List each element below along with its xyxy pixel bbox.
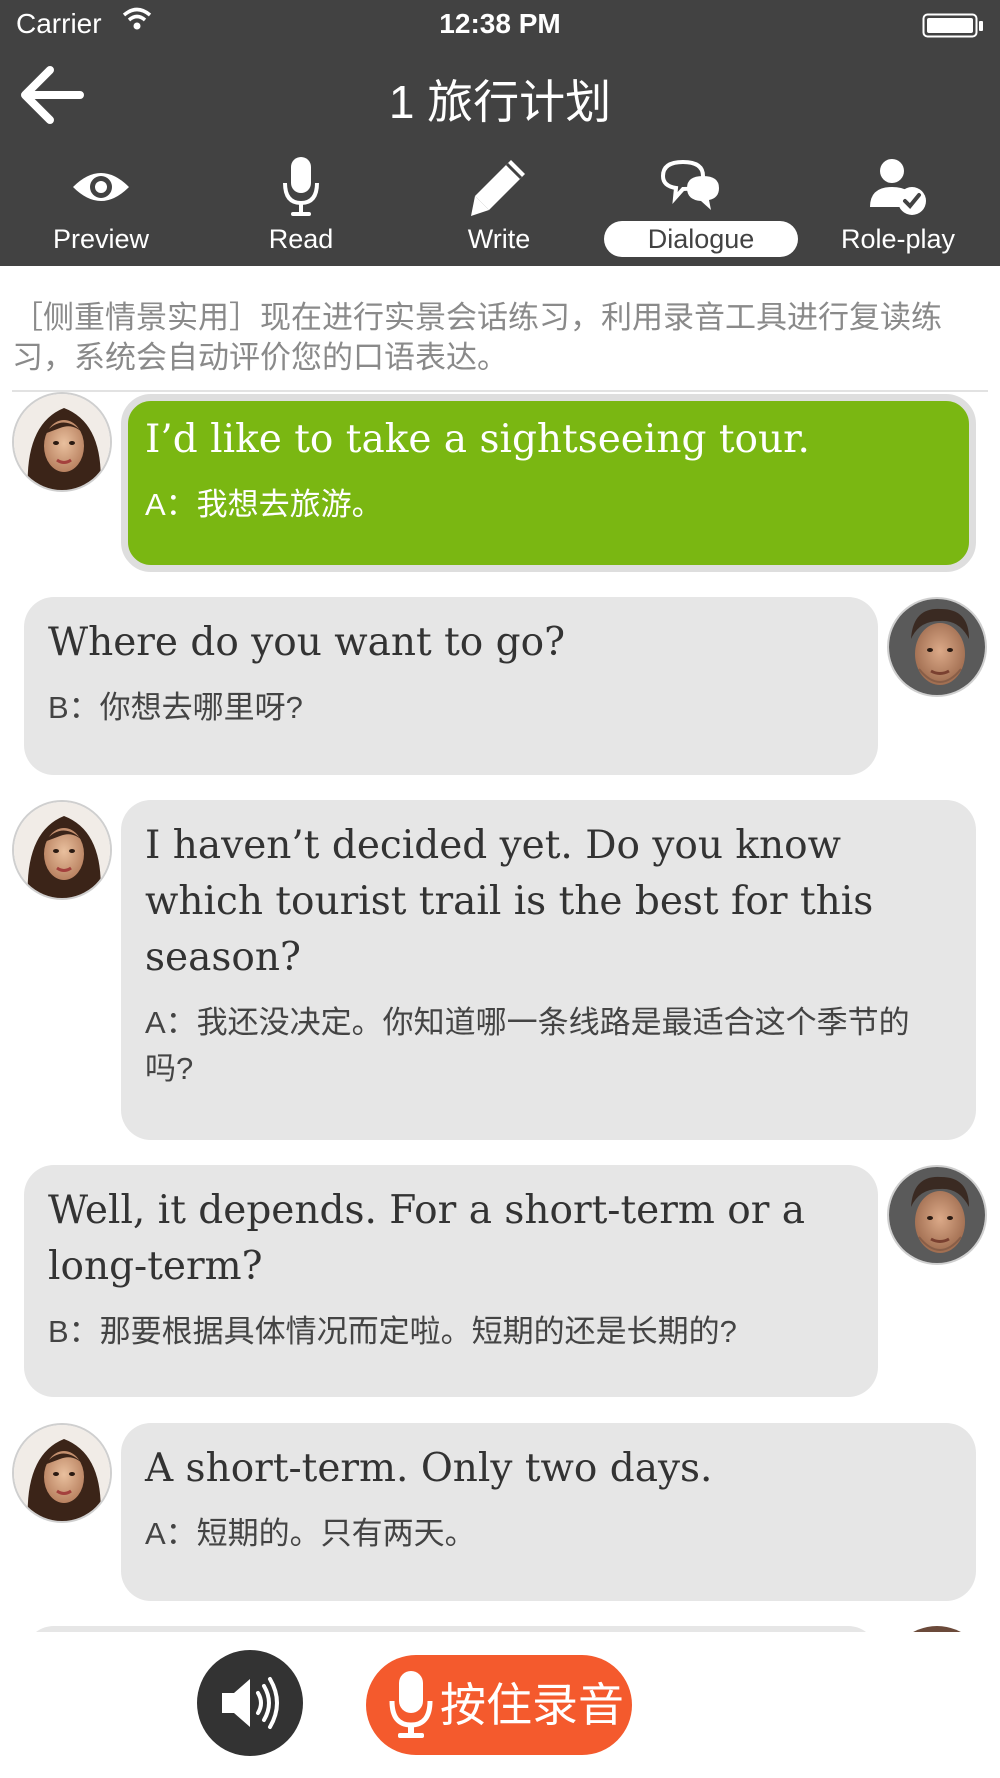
- tab-read[interactable]: Read: [211, 145, 391, 266]
- dialogue-line[interactable]: Where do you want to go? B：你想去哪里呀?: [24, 597, 878, 775]
- battery-icon: [922, 13, 984, 46]
- dialogue-chinese: A：短期的。只有两天。: [145, 1516, 476, 1551]
- tab-dialogue[interactable]: Dialogue: [601, 145, 798, 266]
- tab-preview[interactable]: Preview: [11, 145, 191, 266]
- arrow-left-icon: [21, 66, 84, 124]
- tab-dialogue-label: Dialogue: [604, 221, 798, 257]
- microphone-icon: [211, 151, 391, 223]
- hold-to-record-button[interactable]: 按住录音: [366, 1655, 632, 1755]
- clock: 12:38 PM: [439, 8, 561, 39]
- dialogue-chinese: B：那要根据具体情况而定啦。短期的还是长期的?: [48, 1314, 737, 1349]
- eye-icon: [11, 151, 191, 223]
- mode-tab-bar: Preview Read Write Dialogue Role-play: [0, 145, 1000, 266]
- tab-write[interactable]: Write: [409, 145, 589, 266]
- microphone-icon: [388, 1669, 434, 1746]
- speaker-icon: [222, 1677, 279, 1729]
- tab-read-label: Read: [268, 224, 334, 254]
- back-button[interactable]: [16, 60, 86, 130]
- speaker-a-avatar: [12, 1423, 112, 1523]
- tab-role-play[interactable]: Role-play: [808, 145, 988, 266]
- dialogue-chinese: B：你想去哪里呀?: [48, 690, 303, 725]
- dialogue-line[interactable]: I haven’t decided yet. Do you know which…: [121, 800, 976, 1140]
- record-button-label: 按住录音: [440, 1679, 624, 1731]
- dialogue-line[interactable]: Well, it depends. For a short-term or a …: [24, 1165, 878, 1397]
- dialogue-english: I’d like to take a sightseeing tour.: [145, 417, 810, 462]
- play-audio-button[interactable]: [197, 1650, 303, 1756]
- instruction-text: ［侧重情景实用］现在进行实景会话练习，利用录音工具进行复读练习，系统会自动评价您…: [12, 300, 942, 375]
- tab-write-label: Write: [467, 224, 531, 254]
- tab-role-play-label: Role-play: [840, 224, 956, 254]
- dialogue-english: Where do you want to go?: [48, 620, 565, 665]
- speaker-b-avatar: [887, 1165, 987, 1265]
- tab-preview-label: Preview: [52, 224, 150, 254]
- status-bar: Carrier 12:38 PM: [0, 0, 1000, 50]
- page-title: 1 旅行计划: [388, 76, 612, 128]
- dialogue-english: Well, it depends. For a short-term or a …: [48, 1188, 805, 1289]
- divider: [12, 390, 988, 392]
- speaker-b-avatar: [887, 597, 987, 697]
- speaker-a-avatar: [12, 800, 112, 900]
- dialogue-chinese: A：我还没决定。你知道哪一条线路是最适合这个季节的吗?: [145, 1005, 910, 1086]
- nav-bar: 1 旅行计划: [0, 50, 1000, 145]
- dialogue-line[interactable]: A short-term. Only two days. A：短期的。只有两天。: [121, 1423, 976, 1601]
- dialogue-line[interactable]: I’d like to take a sightseeing tour. A：我…: [121, 394, 976, 572]
- dialogue-english: I haven’t decided yet. Do you know which…: [145, 823, 874, 980]
- user-check-icon: [808, 151, 988, 223]
- dialogue-chinese: A：我想去旅游。: [145, 487, 383, 522]
- dialogue-english: A short-term. Only two days.: [145, 1446, 713, 1491]
- chat-bubbles-icon: [601, 151, 781, 223]
- pencil-icon: [409, 151, 589, 223]
- speaker-a-avatar: [12, 392, 112, 492]
